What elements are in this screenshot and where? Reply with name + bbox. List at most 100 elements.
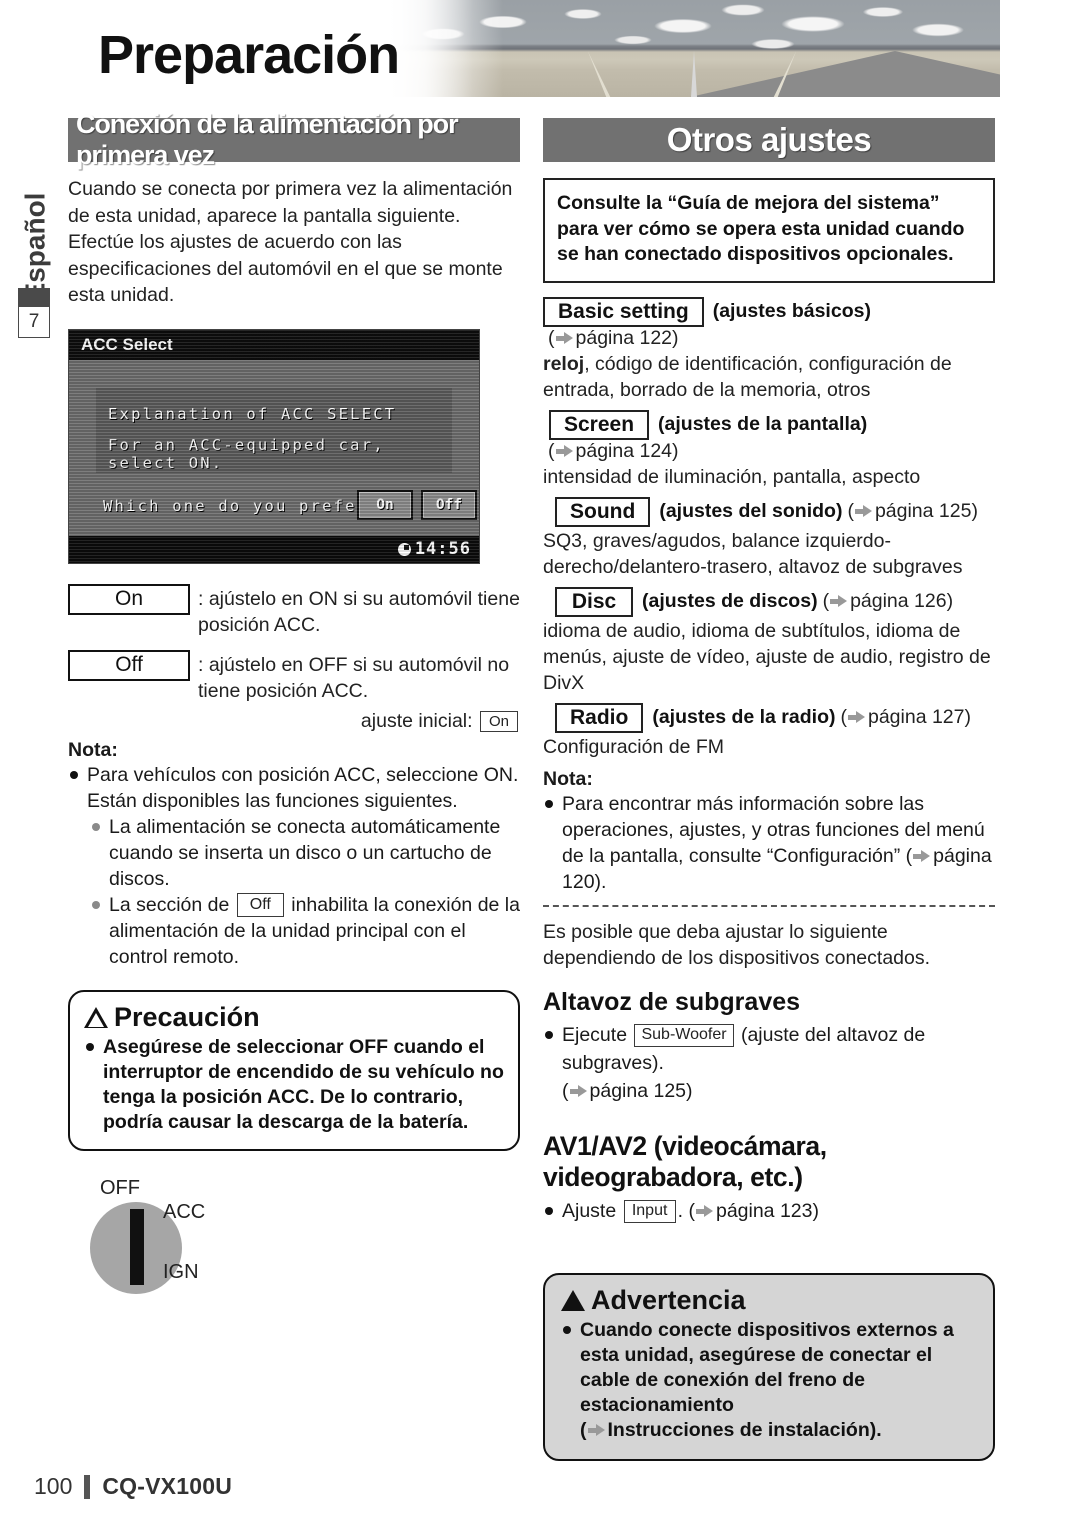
- settings-list: Basic setting (ajustes básicos) (página …: [543, 296, 995, 760]
- warning-paren-open: (: [580, 1418, 587, 1441]
- road-shoulder-left: [585, 51, 610, 97]
- arrow-right-icon: [587, 1423, 605, 1437]
- setting-caption-screen: (ajustes de la pantalla): [658, 413, 868, 435]
- arrow-right-icon: [695, 1204, 713, 1218]
- initial-setting-label: ajuste inicial:: [360, 709, 473, 732]
- setting-key-radio[interactable]: Radio: [555, 702, 644, 733]
- right-section-title: Otros ajustes: [543, 118, 995, 162]
- chapter-marker-bar: [18, 288, 50, 306]
- subwoofer-bullet: Ejecute Sub-Woofer (ajuste del altavoz d…: [543, 1021, 995, 1105]
- screen-line-2: For an ACC-equipped car, select ON.: [108, 435, 385, 472]
- warning-triangle-icon: [84, 1006, 108, 1028]
- caution-heading: Precaución: [114, 1001, 260, 1032]
- after-divider-text: Es posible que deba ajustar lo siguiente…: [543, 920, 931, 970]
- screen-title: ACC Select: [69, 329, 479, 360]
- setting-page-basic: (página 122): [548, 326, 679, 349]
- footer-page-number: 100: [34, 1473, 73, 1499]
- av-pre: Ajuste: [562, 1199, 617, 1222]
- setting-key-screen[interactable]: Screen: [549, 409, 650, 440]
- av-bullet: Ajuste Input. (página 123): [543, 1197, 995, 1225]
- photo-fade-overlay: [383, 0, 503, 97]
- screen-off-button[interactable]: Off: [421, 489, 477, 520]
- acc-select-screen: ACC Select Explanation of ACC SELECT For…: [68, 328, 480, 564]
- caution-list: Asegúrese de seleccionar OFF cuando el i…: [84, 1035, 504, 1135]
- subwoofer-page-close: ): [686, 1079, 693, 1102]
- setting-key-sound[interactable]: Sound: [555, 496, 651, 527]
- setting-detail-screen: intensidad de iluminación, pantalla, asp…: [543, 465, 921, 488]
- arrow-right-icon: [569, 1084, 587, 1098]
- warning-ref: Instrucciones de instalación: [607, 1418, 870, 1441]
- option-desc-off: : ajústelo en OFF si su automóvil no tie…: [198, 653, 510, 702]
- warning-list: Cuando conecte dispositivos externos a e…: [561, 1318, 977, 1443]
- page-header-banner: Preparación: [0, 0, 1080, 112]
- caution-box: Precaución Asegúrese de seleccionar OFF …: [68, 989, 520, 1151]
- setting-key-basic[interactable]: Basic setting: [543, 296, 704, 327]
- screen-clock-time: 14:56: [414, 539, 471, 559]
- left-nota-list: Para vehículos con posición ACC, selecci…: [68, 762, 520, 814]
- option-row-on: On : ajústelo en ON si su automóvil tien…: [68, 583, 520, 638]
- arrow-right-icon: [913, 849, 931, 863]
- setting-caption-disc: (ajustes de discos): [642, 590, 818, 612]
- setting-detail-sound: SQ3, graves/agudos, balance izquierdo-de…: [543, 529, 963, 578]
- option-key-on: On: [68, 583, 190, 615]
- setting-row-sound: Sound (ajustes del sonido) (página 125): [543, 496, 995, 527]
- setting-row-basic: Basic setting (ajustes básicos) (página …: [543, 296, 995, 350]
- consult-box: Consulte la “Guía de mejora del sistema”…: [543, 178, 995, 283]
- footer-divider-bar: [84, 1474, 91, 1499]
- av-end: ): [812, 1199, 819, 1222]
- setting-caption-sound: (ajustes del sonido): [659, 500, 843, 522]
- subwoofer-heading: Altavoz de subgraves: [543, 987, 801, 1016]
- left-nota-sub-2: La sección de Off inhabilita la conexión…: [90, 892, 520, 970]
- screen-status-bar: 14:56: [69, 535, 479, 563]
- setting-page-screen: (página 124): [548, 439, 679, 462]
- av-page: página 123: [715, 1199, 813, 1222]
- right-nota-body: Para encontrar más información sobre las…: [543, 791, 995, 895]
- screen-on-button[interactable]: On: [357, 489, 413, 520]
- option-key-off: Off: [68, 649, 190, 681]
- setting-page-radio: (página 127): [840, 706, 971, 728]
- warning-paren-close: ).: [869, 1418, 882, 1441]
- clock-icon: [397, 542, 411, 556]
- setting-caption-basic: (ajustes básicos): [712, 300, 871, 322]
- subwoofer-page-open: (: [562, 1079, 569, 1102]
- left-column: Conexión de la alimentación por primera …: [68, 109, 520, 1317]
- arrow-right-icon: [555, 331, 573, 345]
- setting-caption-radio: (ajustes de la radio): [652, 706, 836, 728]
- ignition-switch-icon: OFF ACC IGN: [68, 1177, 298, 1317]
- road-center-line: [690, 51, 697, 97]
- arrow-right-icon: [854, 505, 872, 518]
- screen-question: Which one do you prefer?: [103, 496, 380, 515]
- road-shoulder-right: [773, 51, 798, 97]
- section-divider: [543, 904, 995, 907]
- arrow-right-icon: [847, 711, 865, 724]
- setting-key-disc[interactable]: Disc: [555, 586, 633, 617]
- right-nota-end: ).: [594, 870, 607, 893]
- subwoofer-page: página 125: [589, 1079, 687, 1102]
- subwoofer-pre: Ejecute: [562, 1023, 628, 1046]
- left-nota-sub-1: La alimentación se conecta automáticamen…: [90, 814, 520, 892]
- av-list: Ajuste Input. (página 123): [543, 1197, 995, 1225]
- right-nota-list: Para encontrar más información sobre las…: [543, 791, 995, 895]
- setting-detail-disc: idioma de audio, idioma de subtítulos, i…: [543, 619, 991, 694]
- right-column: Otros ajustes Consulte la “Guía de mejor…: [543, 118, 995, 1461]
- caution-heading-row: Precaución: [84, 1002, 504, 1033]
- av-input-key[interactable]: Input: [623, 1199, 676, 1223]
- subwoofer-key[interactable]: Sub-Woofer: [634, 1023, 734, 1047]
- av-heading: AV1/AV2 (videocámara, videograbadora, et…: [543, 1130, 827, 1192]
- ignition-key-slot: [130, 1208, 144, 1285]
- nota-sub2-pre: La sección de: [109, 893, 230, 916]
- warning-text: Cuando conecte dispositivos externos a e…: [580, 1318, 954, 1416]
- subwoofer-list: Ejecute Sub-Woofer (ajuste del altavoz d…: [543, 1021, 995, 1105]
- consult-text: Consulte la “Guía de mejora del sistema”…: [557, 192, 965, 265]
- setting-detail-basic: reloj, código de identificación, configu…: [543, 351, 995, 403]
- setting-detail-lead-basic: reloj: [543, 352, 585, 375]
- left-nota-main: Para vehículos con posición ACC, selecci…: [68, 762, 520, 814]
- footer-model-name: CQ-VX100U: [102, 1473, 233, 1499]
- left-nota-heading: Nota:: [68, 738, 118, 761]
- warning-heading: Advertencia: [591, 1284, 746, 1315]
- arrow-right-icon: [830, 595, 848, 608]
- warning-heading-row: Advertencia: [561, 1285, 977, 1316]
- chapter-number: 7: [18, 306, 50, 338]
- page-title: Preparación: [98, 25, 400, 85]
- option-row-off: Off : ajústelo en OFF si su automóvil no…: [68, 649, 520, 704]
